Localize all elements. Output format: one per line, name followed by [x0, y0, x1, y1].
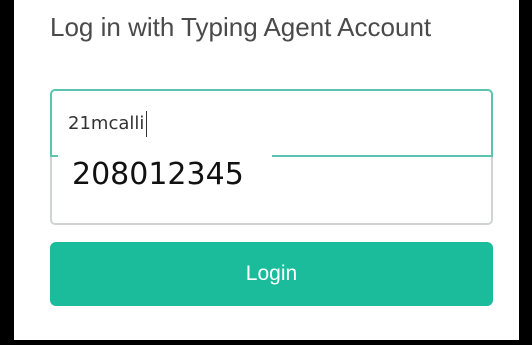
credentials-group: 21mcalli 208012345	[50, 89, 493, 225]
autofill-suggestion[interactable]: 208012345	[58, 152, 272, 196]
username-input[interactable]: 21mcalli	[50, 89, 493, 157]
autofill-suggestion-text: 208012345	[72, 157, 244, 192]
text-caret	[146, 111, 147, 137]
login-panel: Log in with Typing Agent Account 21mcall…	[0, 0, 532, 345]
username-value: 21mcalli	[68, 113, 145, 134]
login-button[interactable]: Login	[50, 242, 493, 306]
page-title: Log in with Typing Agent Account	[50, 12, 432, 42]
